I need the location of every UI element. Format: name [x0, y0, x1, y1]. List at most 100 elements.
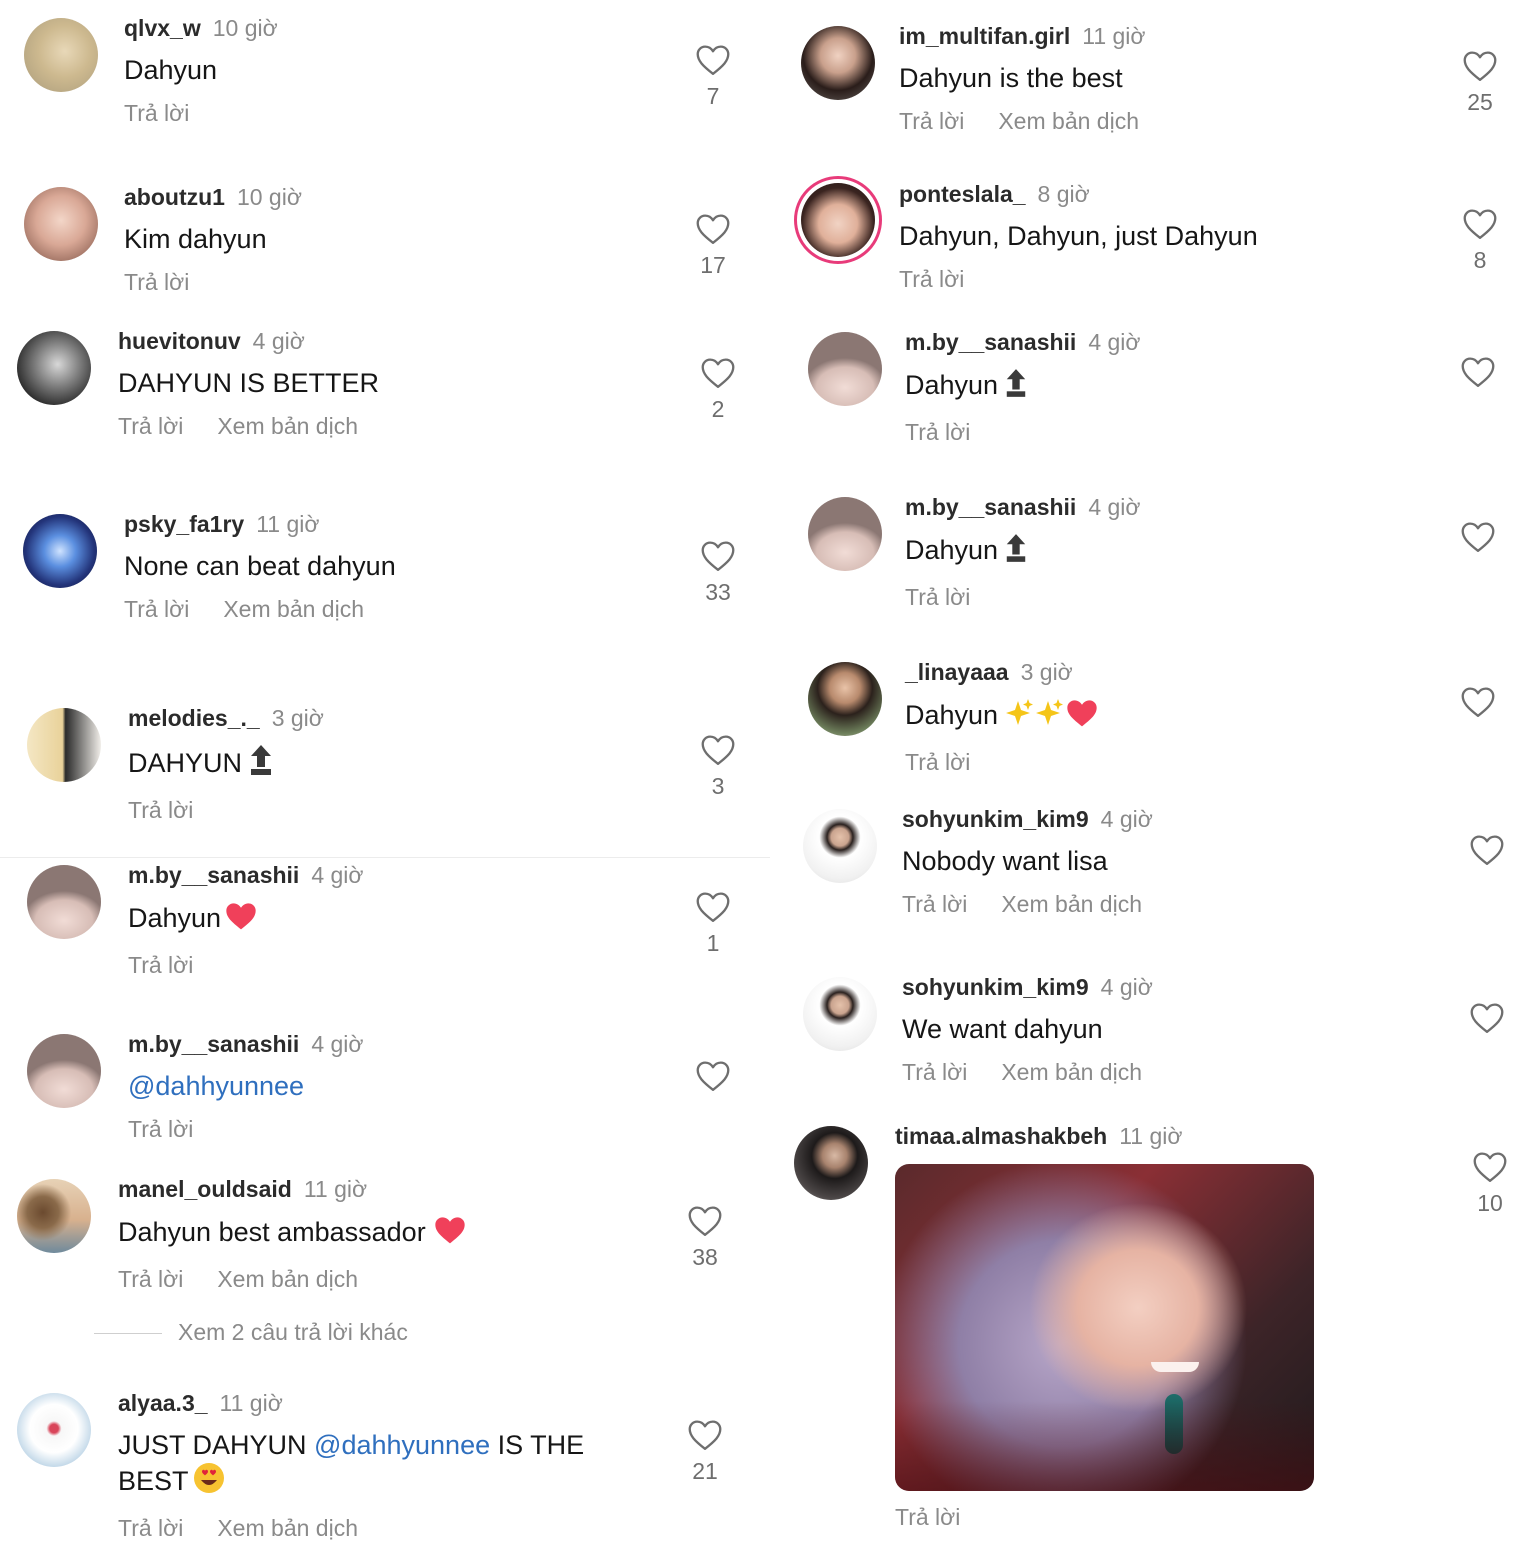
translate-button[interactable]: Xem bản dịch	[217, 1515, 358, 1541]
like-count: 7	[706, 83, 720, 109]
like-count: 33	[705, 579, 731, 605]
reply-button[interactable]: Trả lời	[124, 100, 189, 126]
like-button[interactable]	[1457, 1002, 1517, 1040]
username[interactable]: _linayaaa	[905, 659, 1009, 685]
reply-button[interactable]: Trả lời	[128, 952, 193, 978]
like-button[interactable]: 3	[688, 734, 748, 800]
username[interactable]: im_multifan.girl	[899, 23, 1070, 49]
red-heart-emoji	[434, 1215, 466, 1253]
translate-button[interactable]: Xem bản dịch	[223, 596, 364, 622]
heart-outline-icon	[696, 1061, 730, 1091]
avatar[interactable]	[27, 708, 101, 782]
like-button[interactable]: 21	[675, 1419, 735, 1485]
username[interactable]: m.by__sanashii	[128, 862, 299, 888]
reply-button[interactable]: Trả lời	[899, 266, 964, 292]
username[interactable]: huevitonuv	[118, 328, 241, 354]
like-button[interactable]: 33	[688, 540, 748, 606]
translate-button[interactable]: Xem bản dịch	[217, 1266, 358, 1292]
comment-text: DAHYUN IS BETTER	[118, 368, 380, 398]
username[interactable]: psky_fa1ry	[124, 511, 244, 537]
avatar[interactable]	[801, 26, 875, 100]
reply-button[interactable]: Trả lời	[905, 419, 970, 445]
username[interactable]: sohyunkim_kim9	[902, 974, 1089, 1000]
reply-button[interactable]: Trả lời	[118, 413, 183, 439]
timestamp: 3 giờ	[271, 705, 324, 731]
like-button[interactable]: 8	[1450, 208, 1510, 274]
translate-button[interactable]: Xem bản dịch	[1001, 891, 1142, 917]
like-button[interactable]	[1448, 686, 1508, 724]
reply-button[interactable]: Trả lời	[124, 269, 189, 295]
avatar[interactable]	[27, 1034, 101, 1108]
like-button[interactable]: 7	[683, 44, 743, 110]
heart-outline-icon	[688, 1206, 722, 1236]
avatar[interactable]	[794, 176, 882, 264]
comment-photo[interactable]	[895, 1164, 1314, 1491]
translate-button[interactable]: Xem bản dịch	[1001, 1059, 1142, 1085]
heart-outline-icon	[701, 358, 735, 388]
like-button[interactable]: 1	[683, 891, 743, 957]
timestamp: 4 giờ	[1088, 494, 1141, 520]
like-count: 21	[692, 1458, 718, 1484]
reply-button[interactable]: Trả lời	[905, 749, 970, 775]
username[interactable]: m.by__sanashii	[128, 1031, 299, 1057]
username[interactable]: m.by__sanashii	[905, 329, 1076, 355]
reply-button[interactable]: Trả lời	[902, 1059, 967, 1085]
avatar[interactable]	[27, 865, 101, 939]
avatar[interactable]	[808, 662, 882, 736]
sparkles-emoji	[1006, 698, 1066, 736]
reply-button[interactable]: Trả lời	[118, 1266, 183, 1292]
comment-text: Dahyun, Dahyun, just Dahyun	[899, 221, 1258, 251]
like-button[interactable]	[1448, 521, 1508, 559]
reply-button[interactable]: Trả lời	[899, 108, 964, 134]
like-button[interactable]	[1457, 834, 1517, 872]
view-more-replies[interactable]: Xem 2 câu trả lời khác	[94, 1319, 408, 1346]
view-more-replies-label: Xem 2 câu trả lời khác	[178, 1319, 408, 1345]
username[interactable]: ponteslala_	[899, 181, 1026, 207]
reply-button[interactable]: Trả lời	[895, 1504, 960, 1530]
reply-button[interactable]: Trả lời	[124, 596, 189, 622]
reply-button[interactable]: Trả lời	[128, 797, 193, 823]
avatar[interactable]	[803, 809, 877, 883]
username[interactable]: m.by__sanashii	[905, 494, 1076, 520]
username[interactable]: melodies_._	[128, 705, 260, 731]
like-button[interactable]	[683, 1060, 743, 1098]
username[interactable]: timaa.almashakbeh	[895, 1123, 1107, 1149]
top-arrow-icon	[1004, 533, 1028, 571]
mention-link[interactable]: @dahhyunnee	[128, 1071, 304, 1101]
avatar[interactable]	[17, 1393, 91, 1467]
reply-button[interactable]: Trả lời	[128, 1116, 193, 1142]
like-button[interactable]: 25	[1450, 50, 1510, 116]
avatar[interactable]	[24, 187, 98, 261]
like-count: 10	[1477, 1190, 1503, 1216]
avatar[interactable]	[808, 332, 882, 406]
avatar[interactable]	[24, 18, 98, 92]
like-button[interactable]: 38	[675, 1205, 735, 1271]
reply-button[interactable]: Trả lời	[118, 1515, 183, 1541]
translate-button[interactable]: Xem bản dịch	[998, 108, 1139, 134]
reply-button[interactable]: Trả lời	[905, 584, 970, 610]
heart-outline-icon	[1470, 835, 1504, 865]
timestamp: 4 giờ	[1100, 974, 1153, 1000]
avatar[interactable]	[17, 331, 91, 405]
like-button[interactable]: 17	[683, 213, 743, 279]
like-button[interactable]: 10	[1460, 1151, 1520, 1217]
avatar[interactable]	[808, 497, 882, 571]
translate-button[interactable]: Xem bản dịch	[217, 413, 358, 439]
username[interactable]: qlvx_w	[124, 15, 201, 41]
avatar[interactable]	[17, 1179, 91, 1253]
like-button[interactable]: 2	[688, 357, 748, 423]
username[interactable]: manel_ouldsaid	[118, 1176, 292, 1202]
avatar[interactable]	[803, 977, 877, 1051]
avatar[interactable]	[23, 514, 97, 588]
top-arrow-icon	[248, 744, 274, 784]
avatar[interactable]	[794, 1126, 868, 1200]
username[interactable]: sohyunkim_kim9	[902, 806, 1089, 832]
mention-link[interactable]: @dahhyunnee	[314, 1430, 490, 1460]
like-count: 3	[711, 773, 725, 799]
heart-eyes-emoji	[193, 1462, 225, 1502]
reply-button[interactable]: Trả lời	[902, 891, 967, 917]
username[interactable]: alyaa.3_	[118, 1390, 208, 1416]
username[interactable]: aboutzu1	[124, 184, 225, 210]
comment-text: Dahyun	[128, 903, 222, 933]
like-button[interactable]	[1448, 356, 1508, 394]
